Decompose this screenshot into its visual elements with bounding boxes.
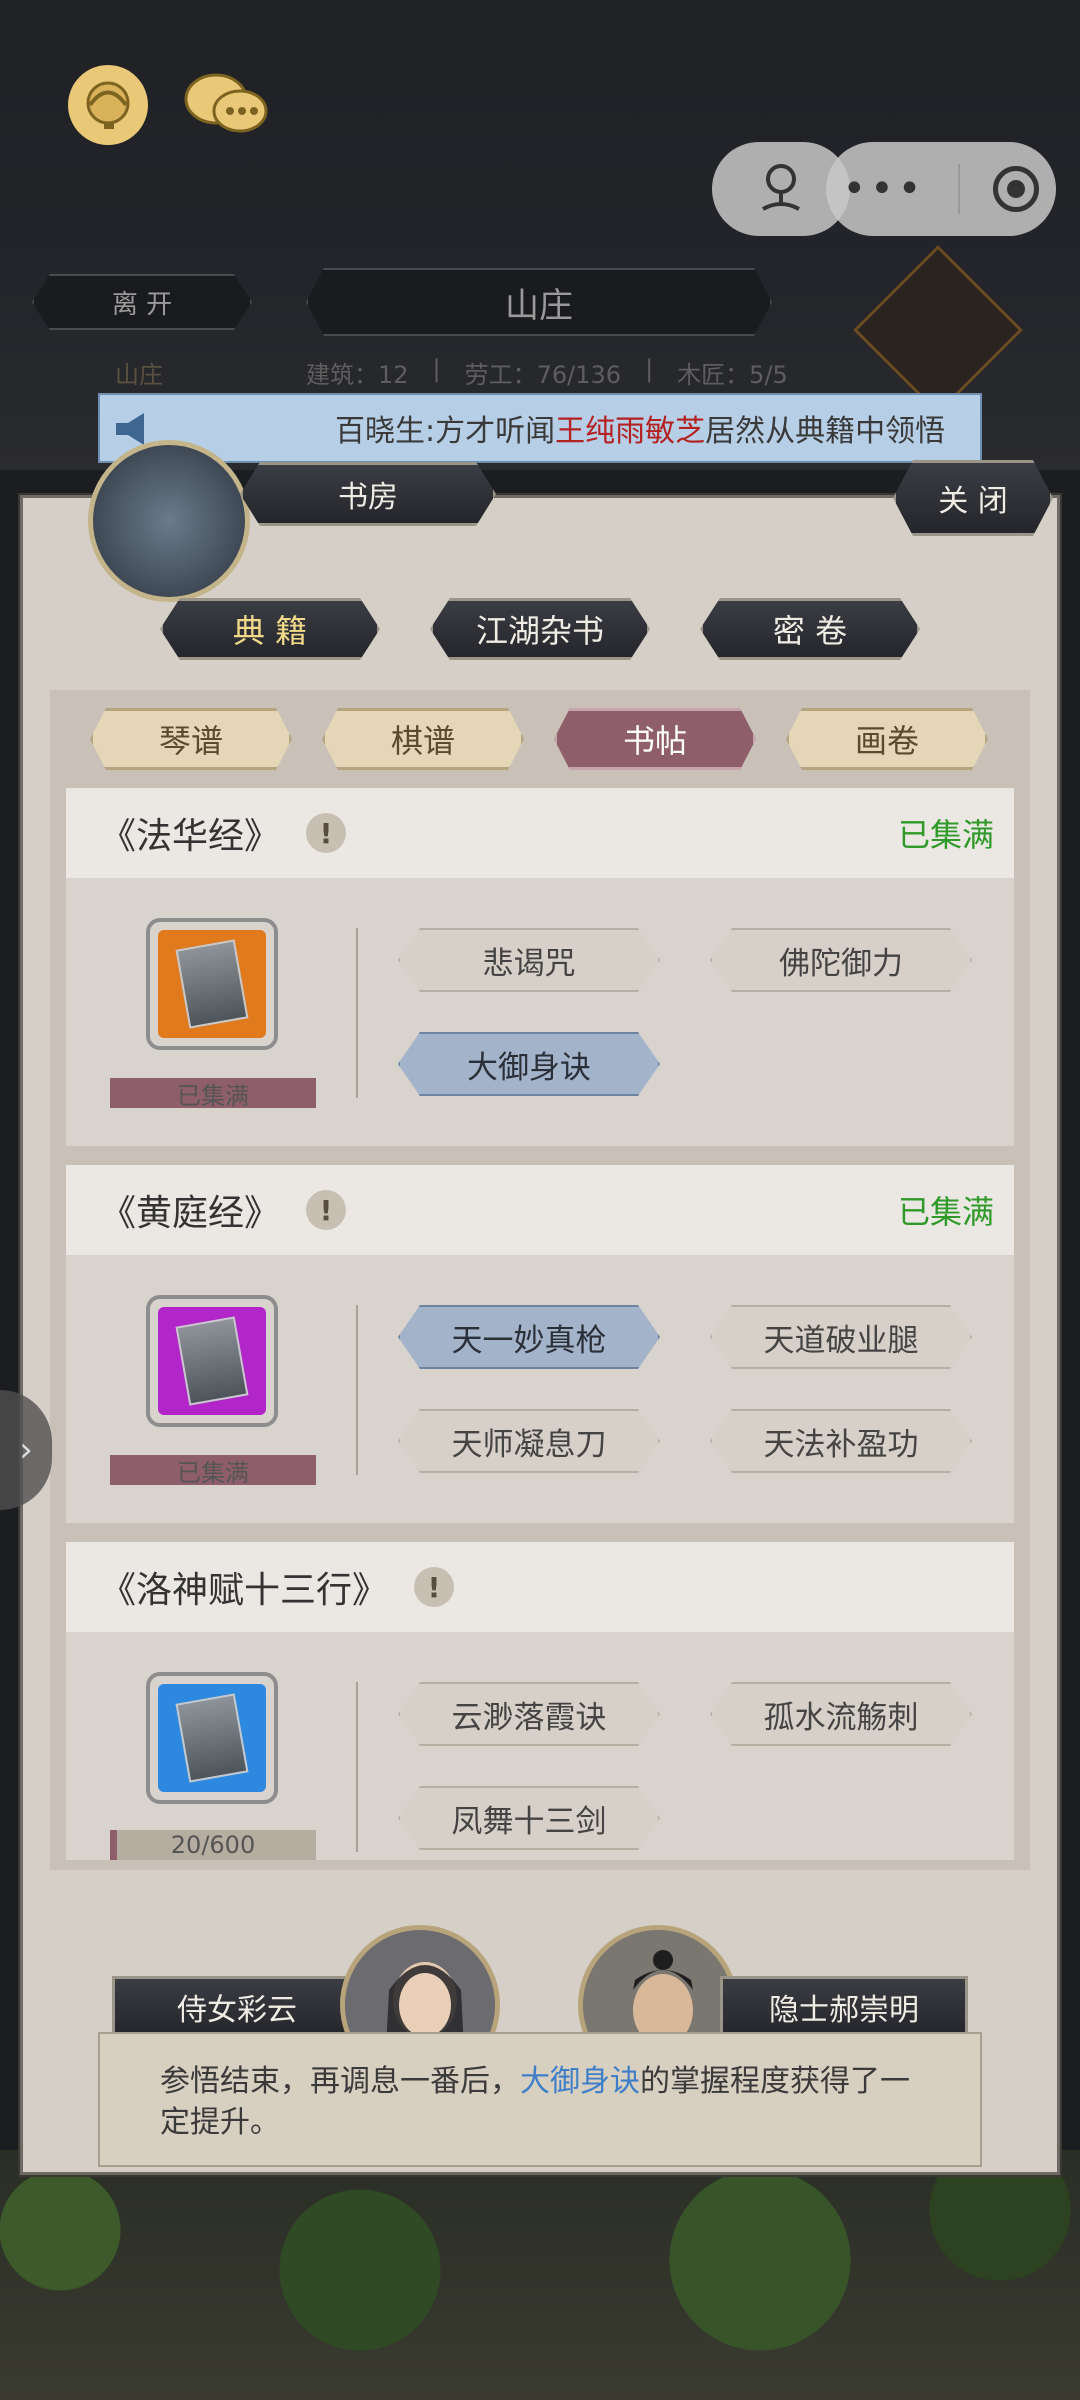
more-icon[interactable]: •••: [843, 166, 926, 212]
capsule-divider: [958, 164, 961, 214]
book-title: 《法华经》: [100, 816, 281, 857]
skill-button[interactable]: 云渺落霞诀: [398, 1682, 660, 1746]
book-title: 《洛神赋十三行》: [100, 1570, 389, 1611]
tab-huajuan[interactable]: 画卷: [786, 708, 988, 770]
book-cover-icon: [175, 939, 249, 1029]
stats-row: 建筑：12 | 劳工：76/136 | 木匠：5/5: [306, 355, 788, 389]
book-header: 《法华经》 ! 已集满: [66, 788, 1014, 878]
skill-button-learned[interactable]: 天一妙真枪: [398, 1305, 660, 1369]
close-button[interactable]: 关 闭: [893, 460, 1053, 536]
skill-button[interactable]: 孤水流觞刺: [710, 1682, 972, 1746]
book-card: 《洛神赋十三行》 ! 20/600 云渺落霞诀 孤水流觞刺 凤舞十三剑: [66, 1542, 1014, 1860]
book-header: 《黄庭经》 ! 已集满: [66, 1165, 1014, 1255]
tab-qinpu[interactable]: 琴谱: [90, 708, 292, 770]
building-avatar: [88, 440, 250, 602]
stat-buildings: 建筑：12: [306, 361, 409, 389]
book-card: 《法华经》 ! 已集满 已集满 悲谒咒 佛陀御力 大御身诀: [66, 788, 1014, 1146]
stat-carpenters: 木匠：5/5: [677, 361, 788, 389]
stat-workers: 劳工：76/136: [464, 361, 622, 389]
book-card: 《黄庭经》 ! 已集满 已集满 天一妙真枪 天道破业腿 天师凝息刀 天法补盈功: [66, 1165, 1014, 1523]
close-miniapp-icon[interactable]: [993, 166, 1040, 212]
location-subtitle: 山庄: [115, 361, 163, 389]
info-icon[interactable]: !: [306, 813, 347, 853]
info-icon[interactable]: !: [306, 1190, 347, 1230]
foliage-background: [0, 2150, 1080, 2400]
skill-button[interactable]: 天法补盈功: [710, 1409, 972, 1473]
collect-progress: 已集满: [110, 1078, 316, 1110]
collect-progress: 已集满: [110, 1455, 316, 1487]
npc-name-tag: 侍女彩云: [112, 1976, 362, 2038]
announcement-bar: 百晓生:方才听闻王纯雨敏芝居然从典籍中领悟: [98, 393, 982, 463]
panel-title: 书房: [240, 462, 496, 526]
result-message: 参悟结束，再调息一番后，大御身诀的掌握程度获得了一定提升。: [98, 2032, 982, 2167]
leave-button[interactable]: 离 开: [32, 274, 252, 330]
book-status: 已集满: [897, 816, 994, 854]
book-cover-icon: [175, 1316, 249, 1406]
info-icon[interactable]: !: [414, 1567, 455, 1607]
skill-button[interactable]: 悲谒咒: [398, 928, 660, 992]
location-title: 山庄: [306, 268, 772, 336]
miniapp-capsule: •••: [826, 142, 1056, 236]
book-header: 《洛神赋十三行》 !: [66, 1542, 1014, 1632]
tab-qipu[interactable]: 棋谱: [322, 708, 524, 770]
divider: [356, 1305, 358, 1475]
book-item-icon[interactable]: [146, 1672, 278, 1804]
divider: [356, 1682, 358, 1852]
divider: [356, 928, 358, 1098]
category-secret-scrolls[interactable]: 密 卷: [700, 598, 920, 660]
announcement-text: 百晓生:方才听闻王纯雨敏芝居然从典籍中领悟: [335, 414, 946, 449]
category-misc-books[interactable]: 江湖杂书: [430, 598, 650, 660]
tab-shutie[interactable]: 书帖: [554, 708, 756, 770]
book-cover-icon: [175, 1693, 249, 1783]
book-title: 《黄庭经》: [100, 1193, 281, 1234]
book-item-icon[interactable]: [146, 1295, 278, 1427]
customer-service-icon[interactable]: [68, 65, 148, 145]
skill-button[interactable]: 天师凝息刀: [398, 1409, 660, 1473]
chat-icon[interactable]: [182, 65, 272, 145]
skill-button[interactable]: 佛陀御力: [710, 928, 972, 992]
book-status: 已集满: [897, 1193, 994, 1231]
book-item-icon[interactable]: [146, 918, 278, 1050]
category-classics[interactable]: 典 籍: [160, 598, 380, 660]
collect-progress: 20/600: [110, 1830, 316, 1860]
npc-name-tag: 隐士郝崇明: [720, 1976, 968, 2038]
skill-button[interactable]: 天道破业腿: [710, 1305, 972, 1369]
skill-button-learned[interactable]: 大御身诀: [398, 1032, 660, 1096]
skill-button[interactable]: 凤舞十三剑: [398, 1786, 660, 1850]
